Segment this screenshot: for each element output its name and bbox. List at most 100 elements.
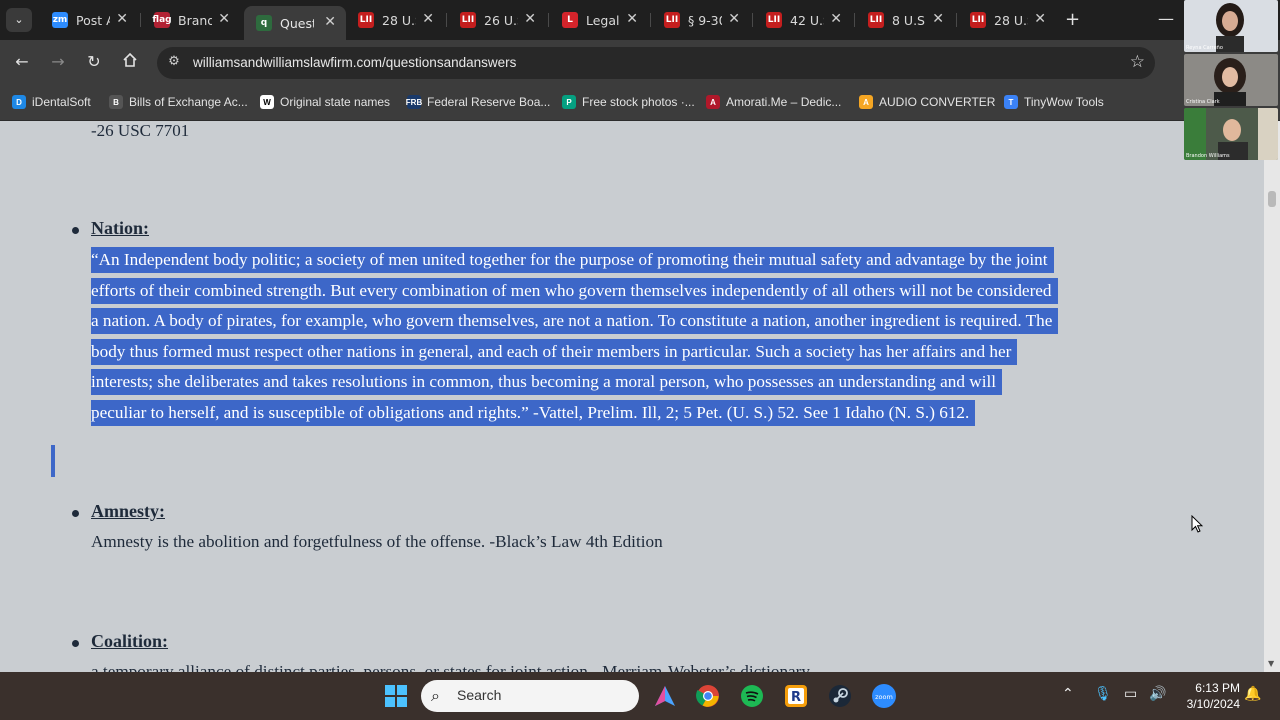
show-hidden-icons-chevron-icon[interactable]: ⌃: [1062, 686, 1074, 702]
close-tab-icon[interactable]: ✕: [626, 11, 638, 27]
tab-favicon-icon: flag: [152, 12, 172, 28]
windows-start-icon[interactable]: [382, 682, 410, 710]
page-content: -26 USC 7701 Nation: “An Independent bod…: [0, 121, 1264, 672]
tab-favicon-icon: q: [256, 15, 272, 31]
close-tab-icon[interactable]: ✕: [422, 11, 434, 27]
video-tile[interactable]: Cristina Clark: [1184, 54, 1278, 106]
browser-tab[interactable]: LII 8 U.S ✕: [856, 6, 954, 34]
close-tab-icon[interactable]: ✕: [324, 14, 336, 30]
tab-title: 26 U.S: [484, 12, 518, 28]
browser-tab[interactable]: q Quest ✕: [244, 6, 346, 40]
tab-separator: [854, 13, 855, 27]
tab-favicon-icon: LII: [766, 12, 782, 28]
notification-bell-icon[interactable]: 🔔: [1244, 686, 1261, 702]
taskbar-clock[interactable]: 6:13 PM 3/10/2024: [1174, 680, 1240, 712]
definition-amnesty: Amnesty is the abolition and forgetfulne…: [91, 527, 663, 558]
bookmark-label: Bills of Exchange Ac...: [129, 95, 248, 109]
browser-tab[interactable]: LII 28 U.S ✕: [958, 6, 1056, 34]
svg-text:zoom: zoom: [875, 693, 893, 701]
close-tab-icon[interactable]: ✕: [932, 11, 944, 27]
tab-separator: [650, 13, 651, 27]
back-arrow-icon[interactable]: ←: [11, 52, 33, 71]
page-scrollbar[interactable]: ▼: [1264, 121, 1280, 672]
bookmark-item[interactable]: A Amorati.Me – Dedic...: [706, 95, 841, 109]
video-tile[interactable]: Brandon Williams: [1184, 108, 1278, 160]
clock-date: 3/10/2024: [1186, 697, 1240, 711]
bookmark-item[interactable]: DiDentalSoft: [12, 95, 91, 109]
svg-text:R: R: [791, 690, 801, 705]
tab-separator: [548, 13, 549, 27]
text-selection-caret: [51, 445, 55, 477]
close-tab-icon[interactable]: ✕: [728, 11, 740, 27]
bookmark-label: TinyWow Tools: [1024, 95, 1104, 109]
bookmark-item[interactable]: A AUDIO CONVERTER: [859, 95, 995, 109]
tab-separator: [956, 13, 957, 27]
tab-search-menu-button[interactable]: ⌄: [6, 8, 32, 32]
close-tab-icon[interactable]: ✕: [1034, 11, 1046, 27]
tab-favicon-icon: LII: [970, 12, 986, 28]
home-icon[interactable]: [119, 52, 141, 72]
browser-tab[interactable]: LII § 9-30 ✕: [652, 6, 750, 34]
bookmark-item[interactable]: FRB Federal Reserve Boa...: [406, 95, 551, 109]
bookmark-item[interactable]: W Original state names: [260, 95, 390, 109]
tab-strip: ⌄ zmPost A✕flagBrand✕qQuest✕LII28 U.S✕LI…: [0, 0, 1280, 40]
forward-arrow-icon[interactable]: →: [47, 52, 69, 71]
tab-title: 42 U.S: [790, 12, 824, 28]
minimize-window-button[interactable]: —: [1158, 9, 1174, 28]
chrome-app-icon[interactable]: [694, 682, 722, 710]
scroll-down-arrow-icon[interactable]: ▼: [1268, 659, 1274, 668]
spotify-app-icon[interactable]: [738, 682, 766, 710]
close-tab-icon[interactable]: ✕: [524, 11, 536, 27]
bookmark-star-icon[interactable]: ☆: [1130, 52, 1145, 72]
search-label: Search: [457, 687, 502, 703]
browser-tab[interactable]: LII 28 U.S ✕: [346, 6, 444, 34]
steam-app-icon[interactable]: [826, 682, 854, 710]
definition-line: “An Independent body politic; a society …: [91, 247, 1054, 273]
browser-tab[interactable]: L Legal ✕: [550, 6, 648, 34]
microphone-icon[interactable]: 🎙: [1094, 686, 1112, 702]
bookmark-favicon-icon: W: [260, 95, 274, 109]
taskbar-search-box[interactable]: ⌕ Search: [421, 680, 639, 712]
bookmark-label: Federal Reserve Boa...: [427, 95, 551, 109]
browser-tab[interactable]: zm Post A ✕: [40, 6, 138, 34]
tab-title: Legal: [586, 12, 620, 28]
volume-icon[interactable]: 🔊: [1149, 686, 1166, 702]
zoom-app-icon[interactable]: zoom: [870, 682, 898, 710]
close-tab-icon[interactable]: ✕: [116, 11, 128, 27]
tab-title: § 9-30: [688, 12, 722, 28]
term-amnesty: Amnesty:: [91, 501, 165, 521]
mouse-cursor-icon: [1191, 515, 1203, 533]
prev-source-citation: -26 USC 7701: [91, 121, 190, 140]
network-icon[interactable]: ▭: [1124, 686, 1137, 702]
tab-title: Post A: [76, 12, 110, 28]
new-tab-button[interactable]: +: [1065, 9, 1080, 30]
close-tab-icon[interactable]: ✕: [830, 11, 842, 27]
participant-name: Reyna Carreño: [1186, 45, 1223, 51]
address-bar[interactable]: ⚙ williamsandwilliamslawfirm.com/questio…: [157, 47, 1155, 79]
reload-icon[interactable]: ↻: [83, 52, 105, 71]
definition-line: interests; she deliberates and takes res…: [91, 369, 1003, 395]
bullet-dot: [72, 510, 79, 517]
tab-favicon-icon: LII: [868, 12, 884, 28]
bookmark-item[interactable]: T TinyWow Tools: [1004, 95, 1104, 109]
tab-favicon-icon: LII: [664, 12, 680, 28]
tab-title: Quest: [280, 15, 314, 31]
bookmark-item[interactable]: P Free stock photos ·...: [562, 95, 695, 109]
browser-tab[interactable]: LII 26 U.S ✕: [448, 6, 546, 34]
bookmark-favicon-icon: A: [859, 95, 873, 109]
r-app-icon[interactable]: R: [782, 682, 810, 710]
bookmark-favicon-icon: FRB: [406, 95, 422, 109]
scrollbar-thumb[interactable]: [1268, 191, 1276, 207]
browser-tab[interactable]: flag Brand ✕: [142, 6, 240, 34]
browser-tab[interactable]: LII 42 U.S ✕: [754, 6, 852, 34]
bullet-dot: [72, 227, 79, 234]
close-tab-icon[interactable]: ✕: [218, 11, 230, 27]
copilot-app-icon[interactable]: [651, 682, 679, 710]
bookmark-label: Original state names: [280, 95, 391, 109]
bookmark-item[interactable]: B Bills of Exchange Ac...: [109, 95, 248, 109]
site-info-icon[interactable]: ⚙: [165, 54, 183, 72]
bookmark-favicon-icon: A: [706, 95, 720, 109]
bookmark-label: iDentalSoft: [32, 95, 91, 109]
video-tile[interactable]: Reyna Carreño: [1184, 0, 1278, 52]
tab-title: 28 U.S: [994, 12, 1028, 28]
